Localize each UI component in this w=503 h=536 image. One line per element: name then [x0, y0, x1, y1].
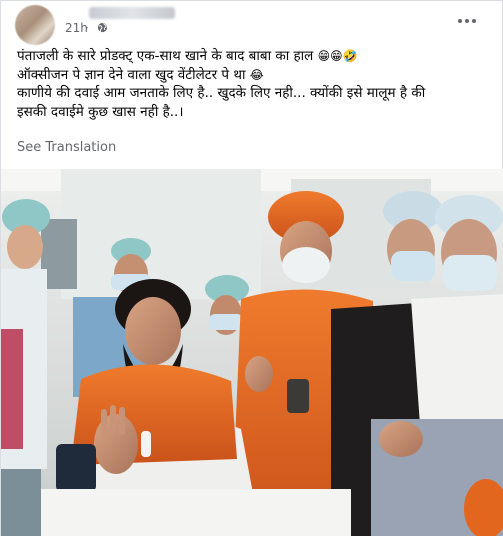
author-avatar[interactable] [15, 5, 55, 45]
post-text: पंताजली के सारे प्रोडक्ट् एक-साथ खाने के… [17, 47, 495, 121]
more-options-icon[interactable] [455, 11, 479, 31]
post-photo[interactable] [1, 169, 503, 536]
laughing-tears-emoji: 😂 [249, 67, 264, 82]
author-name-blurred[interactable] [89, 7, 175, 19]
globe-icon[interactable] [97, 22, 108, 33]
post-text-line-2: ऑक्सीजन पे ज्ञान देने वाला खुद वेंटीलेटर… [17, 66, 264, 83]
hospital-photo [1, 169, 503, 536]
post-text-line-1: पंताजली के सारे प्रोडक्ट् एक-साथ खाने के… [17, 48, 358, 64]
post-text-line-4: इसकी दवाईमे कुछ खास नही है..। [17, 103, 184, 120]
grinning-emoji-group: 😁😁🤣 [317, 49, 358, 63]
post-text-line-3: काणीये की दवाई आम जनताके लिए है.. खुदके … [17, 85, 426, 101]
post-header: 21h · [1, 1, 503, 45]
facebook-post: 21h · पंताजली के सारे प्रोडक्ट् एक-साथ ख… [0, 0, 503, 536]
meta-separator: · [85, 21, 89, 35]
see-translation-link[interactable]: See Translation [17, 140, 116, 155]
